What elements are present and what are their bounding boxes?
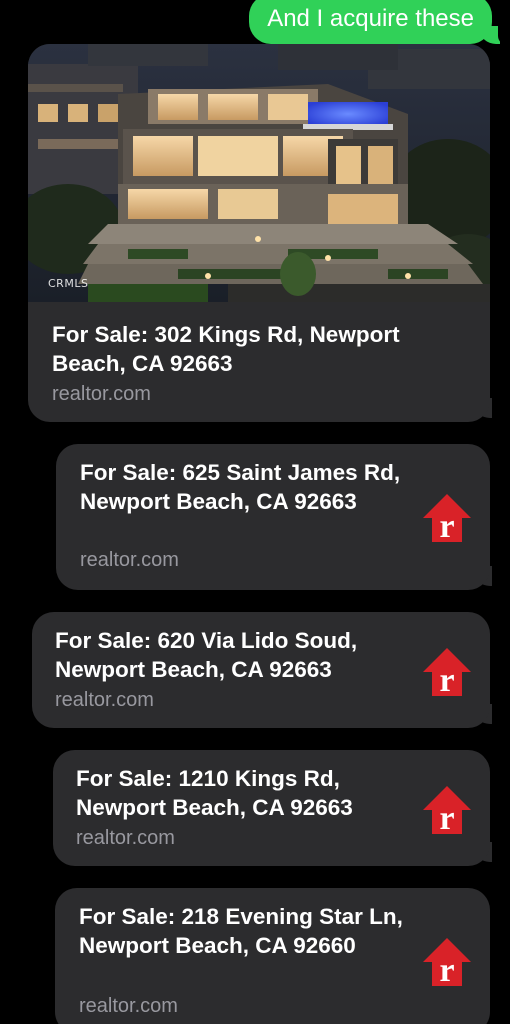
message-thread: And I acquire these CRMLS For Sale: 302 …	[0, 0, 510, 1024]
realtor-logo-icon: r	[422, 646, 472, 698]
svg-text:r: r	[439, 508, 454, 544]
link-preview-620-via-lido-soud[interactable]: For Sale: 620 Via Lido Soud, Newport Bea…	[32, 612, 490, 728]
svg-text:r: r	[439, 800, 454, 836]
preview-domain: realtor.com	[80, 549, 179, 571]
preview-domain: realtor.com	[55, 689, 154, 711]
preview-title: For Sale: 218 Evening Star Ln, Newport B…	[79, 904, 403, 958]
preview-domain: realtor.com	[52, 383, 151, 405]
link-preview-625-saint-james-rd[interactable]: For Sale: 625 Saint James Rd, Newport Be…	[56, 444, 490, 590]
preview-title: For Sale: 620 Via Lido Soud, Newport Bea…	[55, 628, 358, 682]
link-preview-302-kings-rd[interactable]: CRMLS For Sale: 302 Kings Rd, Newport Be…	[28, 44, 490, 422]
realtor-logo-icon: r	[422, 936, 472, 988]
photo-watermark: CRMLS	[48, 277, 89, 290]
listing-photo: CRMLS	[28, 44, 490, 302]
svg-text:r: r	[439, 662, 454, 698]
preview-title: For Sale: 302 Kings Rd, Newport Beach, C…	[52, 322, 400, 376]
preview-domain: realtor.com	[79, 995, 178, 1017]
preview-title: For Sale: 1210 Kings Rd, Newport Beach, …	[76, 766, 353, 820]
sent-message-bubble[interactable]: And I acquire these	[249, 0, 492, 44]
realtor-logo-icon: r	[422, 492, 472, 544]
preview-title: For Sale: 625 Saint James Rd, Newport Be…	[80, 460, 401, 514]
preview-domain: realtor.com	[76, 827, 175, 849]
svg-text:r: r	[439, 952, 454, 988]
realtor-logo-icon: r	[422, 784, 472, 836]
link-preview-1210-kings-rd[interactable]: For Sale: 1210 Kings Rd, Newport Beach, …	[53, 750, 490, 866]
link-preview-218-evening-star-ln[interactable]: For Sale: 218 Evening Star Ln, Newport B…	[55, 888, 490, 1024]
